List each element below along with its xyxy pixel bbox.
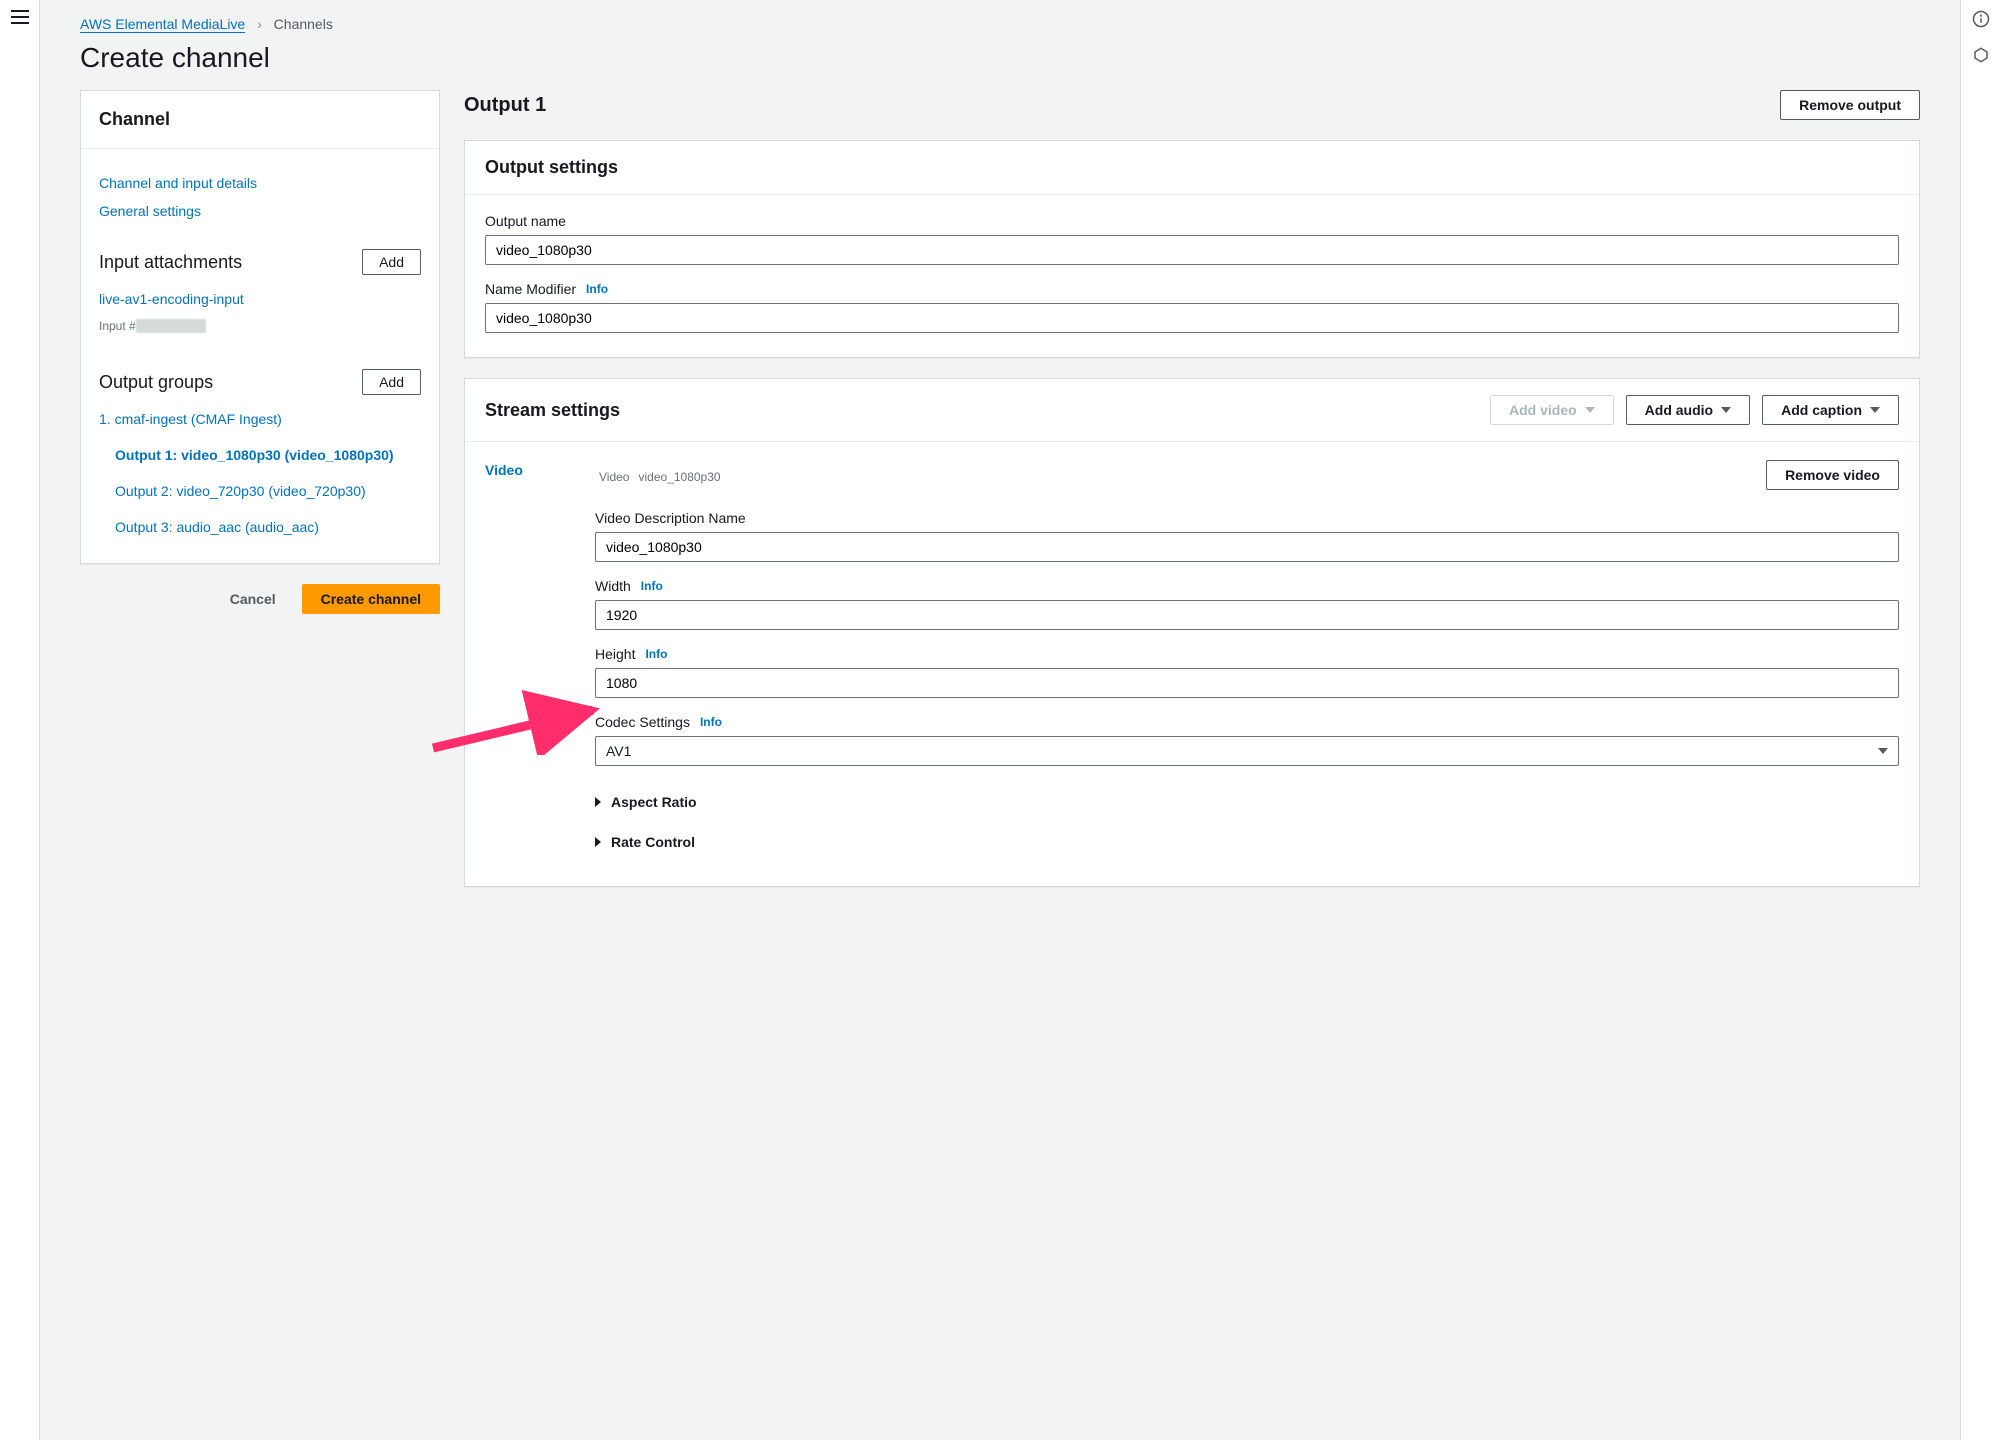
video-desc-input[interactable] [595,532,1899,562]
height-label: Height [595,646,635,662]
footer-actions: Cancel Create channel [80,584,440,614]
add-output-group-button[interactable]: Add [362,369,421,395]
rate-control-expander[interactable]: Rate Control [595,822,1899,862]
hamburger-icon[interactable] [11,8,29,26]
breadcrumb: AWS Elemental MediaLive › Channels [80,16,1920,32]
info-link[interactable]: Info [645,647,667,661]
remove-output-button[interactable]: Remove output [1780,90,1920,120]
create-channel-button[interactable]: Create channel [302,584,440,614]
stream-side-tabs: Video [485,460,595,862]
output-settings-heading: Output settings [485,157,618,178]
input-attachment-item[interactable]: live-av1-encoding-input [99,281,421,317]
output-item-1[interactable]: Output 1: video_1080p30 (video_1080p30) [115,437,421,473]
info-link[interactable]: Info [700,715,722,729]
add-video-button[interactable]: Add video [1490,395,1614,425]
info-link[interactable]: Info [641,579,663,593]
output-settings-card: Output settings Output name Name Modifie… [464,140,1920,358]
codec-select[interactable]: AV1 [595,736,1899,766]
remove-video-button[interactable]: Remove video [1766,460,1899,490]
width-label: Width [595,578,631,594]
stream-settings-heading: Stream settings [485,400,620,421]
info-icon[interactable] [1972,10,1990,28]
name-modifier-label: Name Modifier [485,281,576,297]
sidebar-column: Channel Channel and input details Genera… [80,90,440,614]
caret-down-icon [1870,407,1880,413]
chevron-right-icon: › [257,16,262,32]
height-input[interactable] [595,668,1899,698]
channel-panel: Channel Channel and input details Genera… [80,90,440,564]
info-link[interactable]: Info [586,282,608,296]
video-sub-badge: video_1080p30 [639,470,721,484]
page-title: Create channel [80,42,1920,74]
nav-channel-input-details[interactable]: Channel and input details [99,167,421,203]
content-column: Output 1 Remove output Output settings O… [464,90,1920,887]
breadcrumb-current: Channels [274,16,333,32]
video-subtitle: Video video_1080p30 [595,465,721,486]
caret-right-icon [595,837,601,847]
stream-settings-card: Stream settings Add video Add audio Add … [464,378,1920,887]
breadcrumb-service-link[interactable]: AWS Elemental MediaLive [80,16,245,33]
caret-right-icon [595,797,601,807]
caret-down-icon [1878,748,1888,754]
output-item-3[interactable]: Output 3: audio_aac (audio_aac) [115,509,421,545]
output-name-label: Output name [485,213,566,229]
main-content: AWS Elemental MediaLive › Channels Creat… [40,0,1960,1440]
codec-label: Codec Settings [595,714,690,730]
stream-tab-video[interactable]: Video [485,462,523,478]
add-audio-button[interactable]: Add audio [1626,395,1750,425]
cancel-button[interactable]: Cancel [214,584,292,614]
output-item-2[interactable]: Output 2: video_720p30 (video_720p30) [115,473,421,509]
channel-heading: Channel [99,109,421,130]
channel-panel-header: Channel [81,91,439,149]
aspect-ratio-expander[interactable]: Aspect Ratio [595,782,1899,822]
output-group-item[interactable]: 1. cmaf-ingest (CMAF Ingest) [99,401,421,437]
codec-selected-value: AV1 [606,743,631,759]
output-name-input[interactable] [485,235,1899,265]
hexagon-icon[interactable] [1972,46,1990,64]
output-title: Output 1 [464,94,546,117]
caret-down-icon [1721,407,1731,413]
nav-general-settings[interactable]: General settings [99,203,421,231]
video-desc-label: Video Description Name [595,510,746,526]
left-collapse-rail [0,0,40,1440]
output-groups-heading: Output groups [99,372,213,393]
name-modifier-input[interactable] [485,303,1899,333]
input-number: Input #0000 [99,317,421,333]
output-list: Output 1: video_1080p30 (video_1080p30) … [99,437,421,545]
add-input-button[interactable]: Add [362,249,421,275]
input-attachments-heading: Input attachments [99,252,242,273]
caret-down-icon [1585,407,1595,413]
right-tool-rail [1960,0,2000,1440]
add-caption-button[interactable]: Add caption [1762,395,1899,425]
width-input[interactable] [595,600,1899,630]
